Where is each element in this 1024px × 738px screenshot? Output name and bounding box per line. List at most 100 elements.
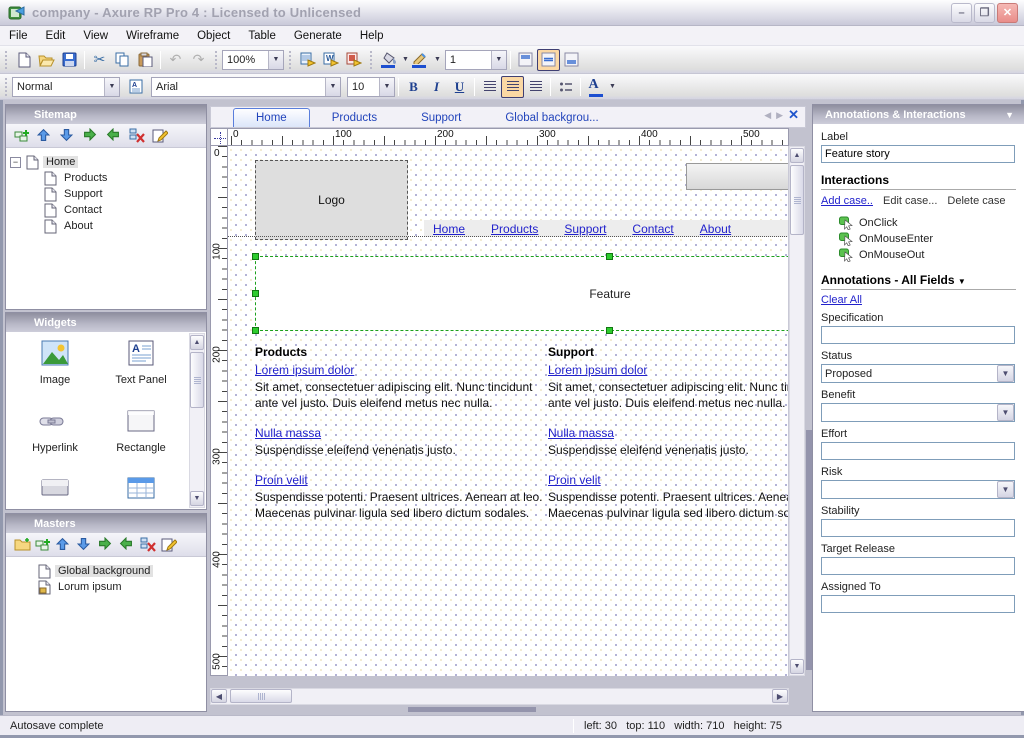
stability-input[interactable] [821,519,1015,537]
menu-file[interactable]: File [0,28,37,44]
menu-object[interactable]: Object [188,28,239,44]
benefit-select[interactable]: ▼ [821,403,1015,422]
assigned-to-input[interactable] [821,595,1015,613]
valign-middle-button[interactable] [537,49,560,71]
line-color-button[interactable] [409,49,432,71]
nav-link-contact[interactable]: Contact [632,222,673,236]
redo-button[interactable]: ↷ [187,49,210,71]
master-item-lorum-ipsum[interactable]: Lorum ipsum [38,579,202,595]
tab-global-background[interactable]: Global backgrou... [483,109,620,127]
master-item-global-background[interactable]: Global background [38,563,202,579]
tab-support[interactable]: Support [399,109,483,127]
toolbar-grip[interactable] [3,51,9,69]
canvas-vscrollbar-thumb[interactable] [790,165,804,235]
status-select[interactable]: Proposed ▼ [821,364,1015,383]
move-down-button[interactable] [60,128,77,144]
font-combobox[interactable]: Arial ▼ [151,77,341,97]
nav-link-home[interactable]: Home [433,222,465,236]
menu-generate[interactable]: Generate [285,28,351,44]
zoom-dropdown-icon[interactable]: ▼ [268,51,283,69]
clear-all-link[interactable]: Clear All [821,294,862,306]
column-link[interactable]: Proin velit [255,472,308,488]
font-size-combobox[interactable]: 10 ▼ [347,77,395,97]
logo-placeholder-widget[interactable]: Logo [255,160,408,240]
tab-home[interactable]: Home [233,108,310,127]
outdent-button[interactable] [106,128,123,144]
column-link[interactable]: Lorem ipsum dolor [255,362,354,378]
generate-word-button[interactable]: W [319,49,342,71]
selection-handle-bottom-mid[interactable] [606,327,613,334]
fill-color-dropdown-icon[interactable]: ▼ [402,56,409,63]
new-folder-button[interactable] [14,537,31,553]
font-color-dropdown-icon[interactable]: ▼ [609,83,616,90]
underline-button[interactable]: U [448,76,471,98]
menu-wireframe[interactable]: Wireframe [117,28,188,44]
selection-handle-mid-left[interactable] [252,290,259,297]
restore-button[interactable]: ❐ [974,3,995,23]
specification-input[interactable] [821,326,1015,344]
move-down-button[interactable] [77,537,94,553]
bullet-list-button[interactable] [554,76,577,98]
zoom-combobox[interactable]: 100% ▼ [222,50,284,70]
scroll-up-icon[interactable]: ▲ [790,148,804,163]
event-onclick[interactable]: OnClick [839,215,1016,231]
title-bar[interactable]: company - Axure RP Pro 4 : Licensed to U… [0,0,1024,26]
widgets-scrollbar-thumb[interactable] [190,352,204,408]
sitemap-node-support[interactable]: Support [44,186,202,202]
menu-table[interactable]: Table [239,28,285,44]
outdent-button[interactable] [119,537,136,553]
annotations-panel-header[interactable]: Annotations & Interactions ▼ [813,105,1024,124]
nav-link-products[interactable]: Products [491,222,538,236]
align-left-button[interactable] [478,76,501,98]
sitemap-node-products[interactable]: Products [44,170,202,186]
target-release-input[interactable] [821,557,1015,575]
column-link[interactable]: Nulla massa [548,425,614,441]
risk-select[interactable]: ▼ [821,480,1015,499]
nav-link-support[interactable]: Support [564,222,606,236]
scroll-down-icon[interactable]: ▼ [190,491,204,506]
all-fields-collapse-icon[interactable]: ▼ [958,277,966,286]
horizontal-splitter-handle[interactable] [408,707,536,712]
canvas-vertical-scrollbar[interactable]: ▲ ▼ [789,146,805,676]
tab-close-icon[interactable]: ✕ [788,107,799,123]
widgets-scrollbar[interactable]: ▲ ▼ [189,333,205,508]
open-button[interactable] [35,49,58,71]
line-width-combobox[interactable]: 1 ▼ [445,50,507,70]
edit-style-button[interactable]: A [124,76,147,98]
sitemap-node-label[interactable]: Contact [61,204,105,216]
effort-input[interactable] [821,442,1015,460]
copy-button[interactable] [111,49,134,71]
add-master-button[interactable] [35,537,52,553]
italic-button[interactable]: I [425,76,448,98]
undo-button[interactable]: ↶ [164,49,187,71]
font-size-dropdown-icon[interactable]: ▼ [379,78,394,96]
bold-button[interactable]: B [402,76,425,98]
delete-master-button[interactable] [140,537,157,553]
sitemap-node-label[interactable]: Support [61,188,106,200]
column-link[interactable]: Nulla massa [255,425,321,441]
cut-button[interactable]: ✂ [88,49,111,71]
edit-master-button[interactable] [161,537,178,553]
valign-bottom-button[interactable] [560,49,583,71]
scroll-up-icon[interactable]: ▲ [190,335,204,350]
save-button[interactable] [58,49,81,71]
align-center-button[interactable] [501,76,524,98]
selection-handle-top-mid[interactable] [606,253,613,260]
nav-link-about[interactable]: About [700,222,731,236]
menu-edit[interactable]: Edit [37,28,75,44]
tab-scroll-left-icon[interactable]: ◀ [764,110,771,121]
widget-text-panel[interactable]: A Text Panel [98,340,184,386]
sitemap-node-label[interactable]: Products [61,172,110,184]
top-right-rectangle-widget[interactable] [686,163,789,190]
selection-handle-top-left[interactable] [252,253,259,260]
line-width-dropdown-icon[interactable]: ▼ [491,51,506,69]
delete-case-link[interactable]: Delete case [947,195,1005,207]
add-page-button[interactable] [14,128,31,144]
sitemap-node-contact[interactable]: Contact [44,202,202,218]
widget-table-partial[interactable] [98,476,184,503]
font-dropdown-icon[interactable]: ▼ [325,78,340,96]
canvas-hscrollbar-thumb[interactable] [230,689,292,703]
align-right-button[interactable] [524,76,547,98]
move-up-button[interactable] [37,128,54,144]
feature-widget-selected[interactable]: Feature [255,256,789,331]
